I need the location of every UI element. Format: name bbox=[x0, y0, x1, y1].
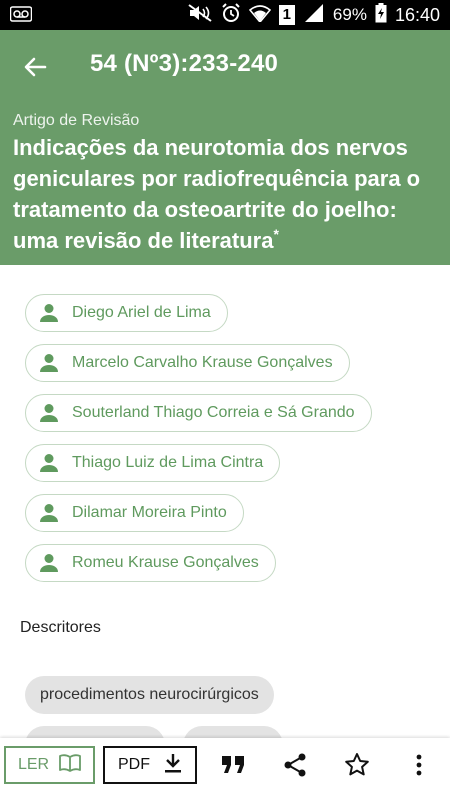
arrow-back-icon[interactable] bbox=[20, 52, 50, 82]
person-icon bbox=[38, 402, 60, 424]
download-icon bbox=[164, 753, 182, 778]
signal-icon bbox=[303, 3, 325, 28]
person-icon bbox=[38, 502, 60, 524]
page-title: 54 (Nº3):233-240 bbox=[90, 50, 279, 77]
article-screen: 1 69% 16:40 54 (Nº3):233-240 Artigo de R… bbox=[0, 0, 450, 800]
article-section-label: Artigo de Revisão bbox=[13, 112, 140, 129]
author-name: Souterland Thiago Correia e Sá Grando bbox=[72, 404, 355, 421]
alarm-icon bbox=[221, 2, 241, 28]
more-vert-icon[interactable] bbox=[406, 752, 432, 778]
author-chip[interactable]: Marcelo Carvalho Krause Gonçalves bbox=[25, 344, 350, 382]
author-name: Diego Ariel de Lima bbox=[72, 304, 211, 321]
author-name: Thiago Luiz de Lima Cintra bbox=[72, 454, 264, 471]
person-icon bbox=[38, 302, 60, 324]
author-name: Dilamar Moreira Pinto bbox=[72, 504, 227, 521]
bottom-toolbar: LER PDF bbox=[0, 738, 450, 800]
descriptors-heading: Descritores bbox=[20, 619, 101, 636]
pdf-button-label: PDF bbox=[118, 756, 150, 773]
person-icon bbox=[38, 552, 60, 574]
author-name: Romeu Krause Gonçalves bbox=[72, 554, 259, 571]
voicemail-icon bbox=[9, 6, 33, 27]
pdf-download-button[interactable]: PDF bbox=[103, 746, 197, 784]
read-button[interactable]: LER bbox=[4, 746, 95, 784]
wifi-icon bbox=[248, 4, 271, 27]
author-chip[interactable]: Souterland Thiago Correia e Sá Grando bbox=[25, 394, 372, 432]
star-outline-icon[interactable] bbox=[344, 752, 370, 778]
article-header: 54 (Nº3):233-240 Artigo de Revisão Indic… bbox=[0, 30, 450, 265]
author-chip[interactable]: Romeu Krause Gonçalves bbox=[25, 544, 276, 582]
share-icon[interactable] bbox=[282, 752, 308, 778]
book-icon bbox=[59, 753, 81, 777]
author-name: Marcelo Carvalho Krause Gonçalves bbox=[72, 354, 333, 371]
title-footnote-mark[interactable]: * bbox=[273, 226, 278, 242]
quote-icon[interactable] bbox=[220, 752, 246, 778]
article-title-text: Indicações da neurotomia dos nervos geni… bbox=[13, 135, 421, 253]
article-title: Indicações da neurotomia dos nervos geni… bbox=[13, 132, 443, 256]
person-icon bbox=[38, 452, 60, 474]
author-chip[interactable]: Thiago Luiz de Lima Cintra bbox=[25, 444, 281, 482]
clock-time: 16:40 bbox=[394, 4, 440, 25]
sim-badge: 1 bbox=[278, 5, 295, 25]
person-icon bbox=[38, 352, 60, 374]
mute-icon bbox=[187, 3, 213, 28]
status-bar: 1 69% 16:40 bbox=[0, 0, 450, 30]
battery-percent: 69% bbox=[332, 5, 367, 24]
read-button-label: LER bbox=[17, 756, 50, 773]
battery-charging-icon bbox=[375, 2, 387, 28]
descriptor-tag[interactable]: procedimentos neurocirúrgicos bbox=[25, 676, 274, 714]
author-chip[interactable]: Dilamar Moreira Pinto bbox=[25, 494, 244, 532]
author-chip[interactable]: Diego Ariel de Lima bbox=[25, 294, 228, 332]
